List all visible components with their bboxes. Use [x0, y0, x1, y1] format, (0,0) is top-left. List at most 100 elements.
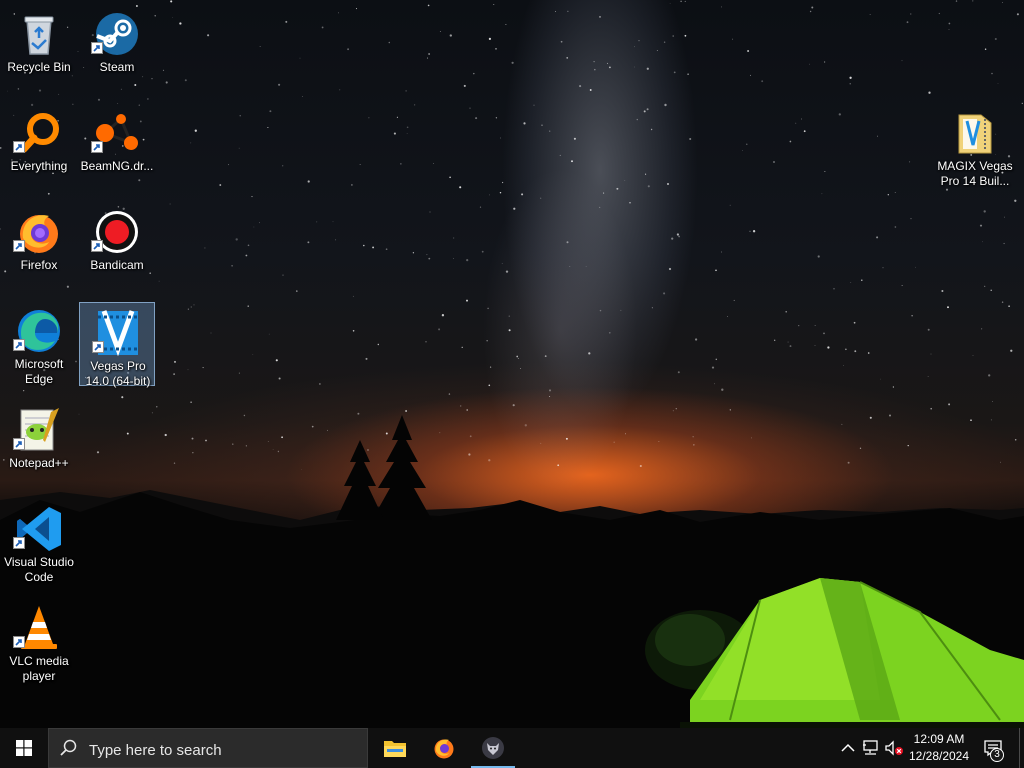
wallpaper-star	[1003, 242, 1005, 245]
desktop-icon-everything[interactable]: Everything	[1, 103, 77, 193]
wallpaper-star	[988, 374, 991, 377]
wallpaper-star	[823, 332, 825, 335]
wallpaper-star	[489, 366, 492, 368]
wallpaper-star	[453, 237, 455, 239]
wallpaper-star	[1014, 439, 1017, 441]
wallpaper-star	[684, 0, 686, 2]
wallpaper-star	[544, 355, 547, 357]
wallpaper-star	[460, 405, 462, 407]
desktop-icon-bandicam[interactable]: Bandicam	[79, 202, 155, 292]
shortcut-arrow-icon	[13, 438, 25, 450]
desktop-icon-beamng[interactable]: BeamNG.dr...	[79, 103, 155, 193]
wallpaper-star	[301, 468, 302, 470]
wallpaper-star	[955, 0, 958, 2]
desktop-icon-edge[interactable]: Microsoft Edge	[1, 301, 77, 391]
desktop-icon-notepad-plus-plus[interactable]: Notepad++	[1, 400, 77, 490]
wallpaper-star	[889, 414, 891, 417]
wallpaper-star	[639, 464, 642, 468]
wallpaper-star	[629, 202, 631, 204]
desktop-icon-vscode[interactable]: Visual Studio Code	[1, 499, 77, 589]
wallpaper-star	[930, 353, 932, 355]
wallpaper-star	[715, 269, 717, 272]
wallpaper-star	[468, 453, 471, 456]
wallpaper-star	[267, 441, 269, 442]
wallpaper-star	[475, 117, 478, 120]
desktop-icon-recycle-bin[interactable]: Recycle Bin	[1, 4, 77, 94]
volume-button[interactable]	[884, 738, 904, 758]
desktop-icon-steam[interactable]: Steam	[79, 4, 155, 94]
taskbar-file-explorer[interactable]	[371, 728, 419, 768]
wallpaper-star	[549, 130, 551, 132]
wallpaper-star	[906, 21, 909, 24]
wallpaper-star	[984, 285, 986, 287]
wallpaper-star	[466, 258, 469, 262]
wallpaper-star	[121, 396, 124, 399]
wallpaper-star	[567, 10, 569, 12]
taskbar-running-app[interactable]	[469, 728, 517, 768]
wallpaper-star	[174, 360, 176, 363]
wallpaper-star	[992, 401, 993, 403]
wallpaper-star	[259, 46, 261, 47]
shortcut-arrow-icon	[13, 636, 25, 648]
network-status-button[interactable]	[861, 738, 881, 758]
wallpaper-star	[733, 299, 735, 301]
wallpaper-star	[981, 328, 983, 330]
wallpaper-star	[367, 449, 369, 451]
desktop-icon-vlc[interactable]: VLC media player	[1, 598, 77, 688]
wallpaper-star	[508, 315, 510, 317]
taskbar-firefox[interactable]	[420, 728, 468, 768]
action-center-button[interactable]: 3	[978, 728, 1014, 768]
wallpaper-star	[901, 285, 903, 287]
start-button[interactable]	[0, 728, 48, 768]
search-icon	[60, 739, 77, 756]
search-input[interactable]	[87, 738, 361, 762]
wallpaper-star	[910, 13, 912, 15]
wallpaper-star	[647, 185, 650, 188]
wallpaper-star	[603, 192, 605, 194]
wallpaper-star	[669, 3, 671, 4]
wallpaper-star	[96, 451, 100, 454]
wallpaper-star	[413, 104, 416, 106]
wallpaper-star	[173, 462, 176, 464]
desktop-icon-vegas-pro[interactable]: Vegas Pro 14.0 (64-bit)	[79, 302, 155, 388]
wallpaper-star	[359, 164, 361, 165]
wallpaper-star	[505, 23, 507, 26]
taskbar-clock[interactable]: 12:09 AM 12/28/2024	[906, 731, 972, 765]
show-desktop-button[interactable]	[1019, 728, 1024, 768]
wallpaper-star	[573, 137, 576, 140]
wallpaper-star	[207, 34, 210, 37]
wallpaper-star	[880, 378, 881, 380]
wallpaper-star	[278, 83, 281, 86]
wallpaper-star	[803, 130, 806, 133]
wallpaper-star	[335, 239, 337, 241]
wallpaper-star	[282, 165, 284, 167]
wallpaper-star	[466, 299, 468, 302]
wallpaper-star	[1016, 13, 1019, 16]
wallpaper-star	[524, 424, 527, 427]
wallpaper-star	[599, 16, 601, 18]
show-hidden-icons-button[interactable]	[838, 738, 858, 758]
wallpaper-star	[859, 447, 862, 449]
wallpaper-star	[557, 464, 560, 467]
wallpaper-star	[169, 203, 171, 205]
app-wolf-icon	[482, 737, 504, 759]
wallpaper-star	[821, 193, 823, 195]
wallpaper-star	[205, 439, 207, 442]
desktop-icon-label: Firefox	[20, 258, 58, 272]
wallpaper-star	[838, 113, 841, 116]
wallpaper-star	[372, 246, 375, 249]
wallpaper-star	[519, 368, 521, 370]
wallpaper-star	[693, 444, 695, 446]
wallpaper-star	[365, 357, 368, 360]
wallpaper-star	[363, 244, 365, 247]
desktop-icon-magix-folder[interactable]: MAGIX Vegas Pro 14 Buil...	[937, 103, 1013, 193]
wallpaper-star	[439, 31, 441, 32]
wallpaper-star	[499, 191, 502, 194]
wallpaper-star	[439, 432, 441, 434]
wallpaper-star	[247, 305, 249, 307]
wallpaper-star	[624, 180, 626, 181]
wallpaper-star	[569, 266, 571, 268]
desktop-icon-firefox[interactable]: Firefox	[1, 202, 77, 292]
wallpaper-star	[162, 69, 165, 71]
taskbar-search-box[interactable]	[48, 728, 368, 768]
